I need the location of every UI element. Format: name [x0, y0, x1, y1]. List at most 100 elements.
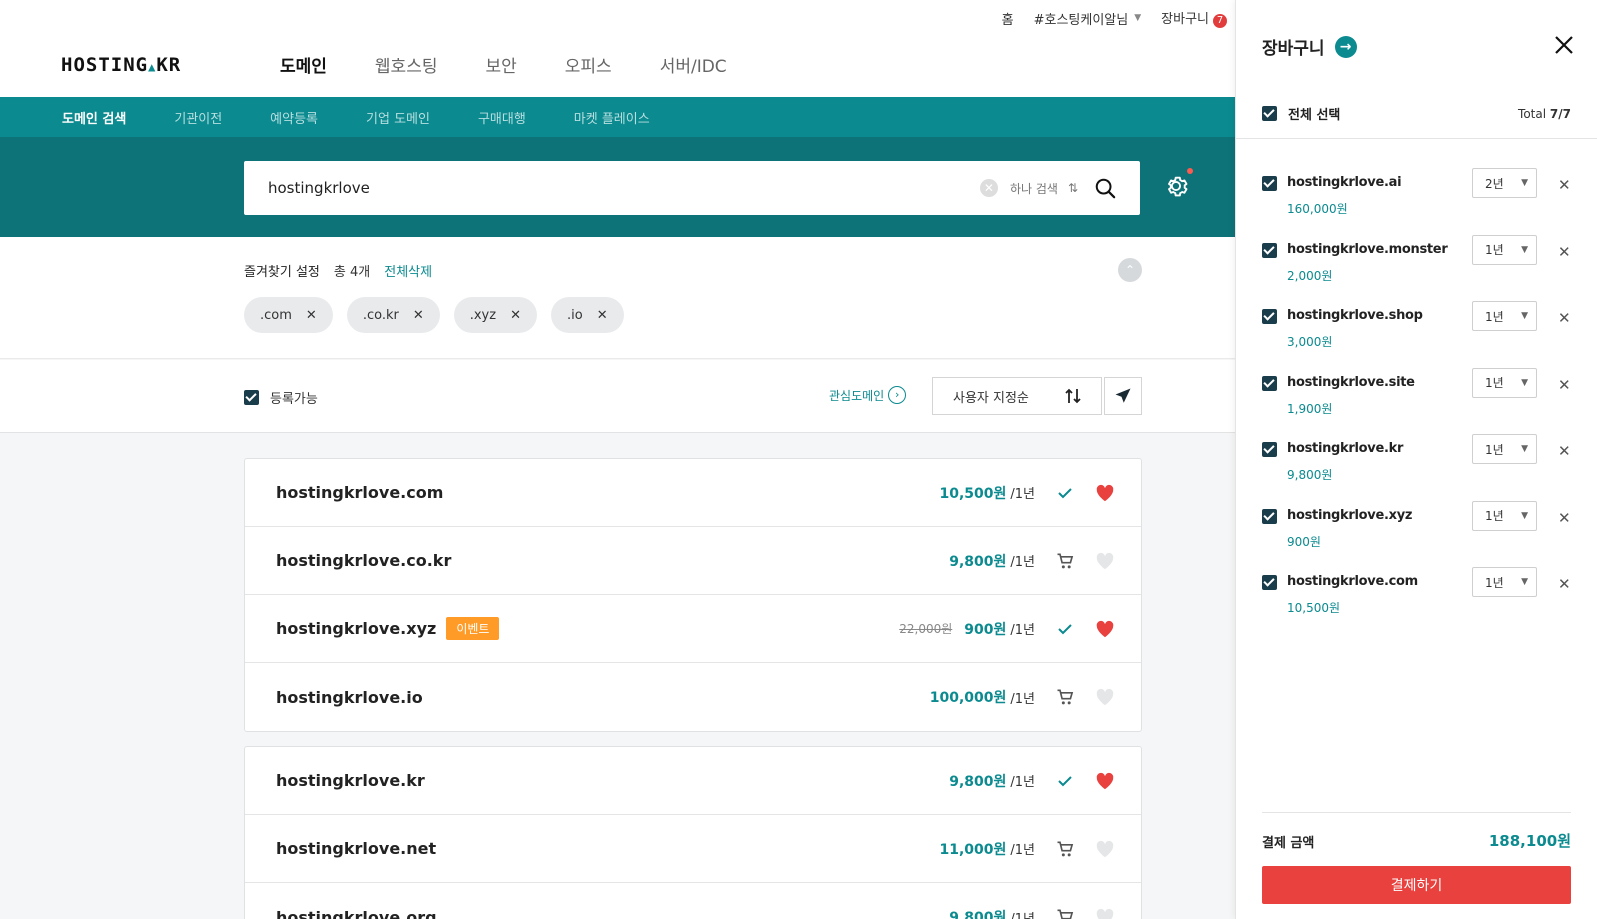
- cart-item-checkbox[interactable]: [1262, 375, 1277, 391]
- gnb-server[interactable]: 서버/IDC: [660, 52, 727, 77]
- cart-item: hostingkrlove.shop 3,000원 1년 ▼ ✕: [1262, 301, 1575, 367]
- term-select[interactable]: 1년 ▼: [1472, 234, 1537, 265]
- cart-icon[interactable]: [1053, 905, 1077, 919]
- cart-item-price: 2,000원: [1287, 268, 1333, 283]
- cart-item-checkbox[interactable]: [1262, 575, 1277, 590]
- gnb-security[interactable]: 보안: [485, 52, 516, 77]
- close-icon[interactable]: ✕: [1558, 309, 1571, 327]
- term-select[interactable]: 1년 ▼: [1472, 434, 1537, 464]
- cart-icon[interactable]: [1053, 685, 1077, 709]
- result-row[interactable]: hostingkrlove.io 100,000원/1년: [245, 663, 1141, 731]
- main-nav: 도메인 웹호스팅 보안 오피스 서버/IDC: [280, 52, 727, 77]
- subnav-corporate[interactable]: 기업 도메인: [366, 108, 430, 127]
- sort-select[interactable]: 사용자 지정순: [932, 377, 1102, 415]
- domain-name: hostingkrlove.net: [276, 839, 437, 858]
- delete-all-button[interactable]: 전체삭제: [384, 261, 432, 280]
- chevron-right-icon: ›: [888, 386, 907, 404]
- available-checkbox[interactable]: [244, 390, 259, 405]
- close-icon[interactable]: ✕: [413, 308, 424, 323]
- cart-item-checkbox[interactable]: [1262, 508, 1277, 524]
- search-mode[interactable]: 하나 검색: [1010, 180, 1058, 197]
- result-row[interactable]: hostingkrlove.org 9,800원/1년: [245, 883, 1141, 919]
- check-icon[interactable]: [1053, 769, 1077, 793]
- available-filter[interactable]: 등록가능: [244, 388, 318, 407]
- chip-com[interactable]: .com ✕: [244, 297, 333, 333]
- gnb-webhosting[interactable]: 웹호스팅: [375, 52, 438, 77]
- term-value: 1년: [1485, 509, 1504, 523]
- check-icon[interactable]: [1053, 481, 1077, 505]
- check-icon[interactable]: [1053, 617, 1077, 641]
- subnav-transfer[interactable]: 기관이전: [174, 108, 222, 127]
- term-select[interactable]: 1년 ▼: [1472, 301, 1537, 331]
- close-icon[interactable]: ✕: [1558, 376, 1571, 394]
- term-select[interactable]: 1년 ▼: [1472, 567, 1537, 597]
- result-row[interactable]: hostingkrlove.com 10,500원/1년: [245, 459, 1141, 527]
- heart-icon[interactable]: [1093, 617, 1117, 641]
- cart-item-checkbox[interactable]: [1262, 442, 1277, 457]
- close-icon[interactable]: ✕: [1558, 442, 1571, 460]
- search-icon[interactable]: [1094, 177, 1116, 199]
- close-icon[interactable]: ✕: [1558, 243, 1571, 261]
- select-all-checkbox[interactable]: [1262, 106, 1277, 121]
- chevron-down-icon: ▼: [1521, 178, 1528, 188]
- term-select[interactable]: 1년 ▼: [1472, 500, 1537, 531]
- heart-icon[interactable]: [1093, 685, 1117, 709]
- heart-icon[interactable]: [1093, 837, 1117, 861]
- chip-co-kr[interactable]: .co.kr ✕: [346, 297, 440, 333]
- close-icon[interactable]: ✕: [1558, 575, 1571, 593]
- cart-link[interactable]: 장바구니 7: [1161, 8, 1227, 28]
- close-icon[interactable]: ✕: [1558, 176, 1571, 194]
- interest-domain-link[interactable]: 관심도메인 ›: [829, 386, 907, 404]
- cart-icon[interactable]: [1053, 837, 1077, 861]
- cart-item-price: 160,000원: [1287, 202, 1348, 216]
- gnb-office[interactable]: 오피스: [565, 52, 612, 77]
- heart-icon[interactable]: [1093, 905, 1117, 919]
- subnav-proxy-purchase[interactable]: 구매대행: [478, 108, 526, 127]
- close-icon[interactable]: ✕: [597, 308, 608, 323]
- term-select[interactable]: 2년 ▼: [1472, 168, 1537, 198]
- select-all-label: 전체 선택: [1288, 108, 1341, 123]
- close-icon[interactable]: ✕: [306, 308, 317, 323]
- close-icon[interactable]: ✕: [510, 308, 521, 323]
- gnb-domain[interactable]: 도메인: [280, 52, 327, 77]
- subnav-domain-search[interactable]: 도메인 검색: [62, 108, 126, 127]
- favorites-title: 즐겨찾기 설정: [244, 265, 320, 280]
- chip-label: .xyz: [469, 307, 497, 323]
- home-link[interactable]: 홈: [1002, 9, 1014, 28]
- cart-item-checkbox[interactable]: [1262, 176, 1277, 191]
- chevron-up-icon[interactable]: ⌃: [1118, 258, 1142, 282]
- pay-button[interactable]: 결제하기: [1262, 866, 1571, 904]
- cart-icon[interactable]: [1053, 549, 1077, 573]
- cart-item-checkbox[interactable]: [1262, 242, 1277, 258]
- divider: [1262, 812, 1571, 813]
- logo[interactable]: HOSTING▲KR: [61, 54, 181, 76]
- user-menu[interactable]: #호스팅케이알님 ▼: [1034, 9, 1142, 28]
- heart-icon[interactable]: [1093, 769, 1117, 793]
- subnav-reservation[interactable]: 예약등록: [270, 108, 318, 127]
- term-value: 1년: [1485, 376, 1504, 390]
- heart-icon[interactable]: [1093, 481, 1117, 505]
- gear-notification-dot: [1187, 168, 1193, 174]
- subnav-marketplace[interactable]: 마켓 플레이스: [574, 108, 650, 127]
- search-band: ✕ 하나 검색 ⇅: [0, 137, 1235, 237]
- result-row[interactable]: hostingkrlove.net 11,000원/1년: [245, 815, 1141, 883]
- cart-item-name: hostingkrlove.site: [1287, 374, 1415, 390]
- result-row[interactable]: hostingkrlove.kr 9,800원/1년: [245, 747, 1141, 815]
- swap-icon[interactable]: ⇅: [1068, 181, 1078, 195]
- heart-icon[interactable]: [1093, 549, 1117, 573]
- clear-icon[interactable]: ✕: [979, 179, 998, 197]
- term-select[interactable]: 1년 ▼: [1472, 367, 1537, 398]
- result-row[interactable]: hostingkrlove.xyz 이벤트 22,000원 900원/1년: [245, 595, 1141, 663]
- search-input[interactable]: [268, 179, 980, 197]
- domain-name: hostingkrlove.io: [276, 687, 423, 707]
- send-button[interactable]: [1104, 377, 1142, 415]
- close-icon[interactable]: ✕: [1558, 509, 1571, 527]
- result-row[interactable]: hostingkrlove.co.kr 9,800원/1년: [245, 527, 1141, 595]
- arrow-right-icon[interactable]: →: [1334, 35, 1357, 58]
- chip-xyz[interactable]: .xyz ✕: [453, 297, 537, 333]
- cart-item-checkbox[interactable]: [1262, 309, 1277, 324]
- pay-label: 결제 금액: [1262, 836, 1315, 851]
- chip-io[interactable]: .io ✕: [550, 297, 624, 333]
- gear-icon[interactable]: [1162, 172, 1190, 200]
- close-icon[interactable]: [1553, 34, 1575, 56]
